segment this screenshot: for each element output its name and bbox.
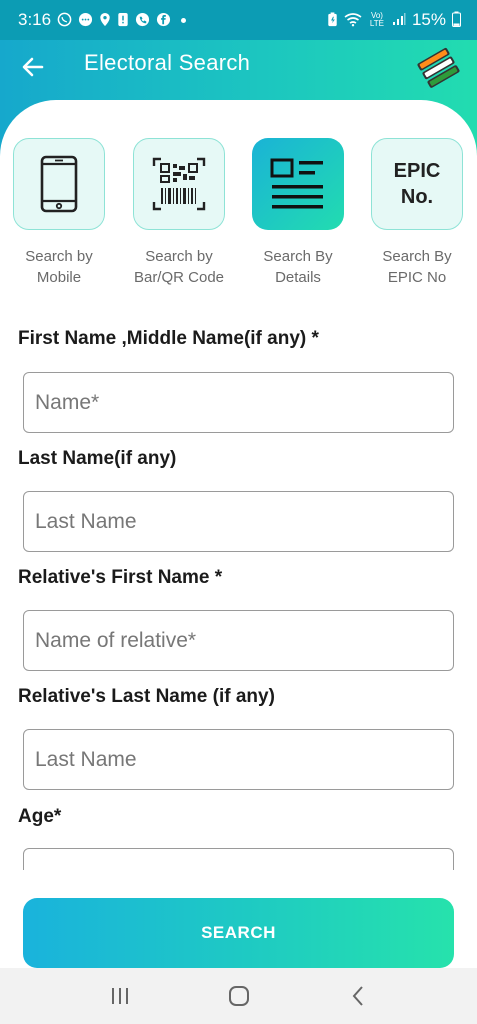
search-button[interactable]: SEARCH — [23, 898, 454, 968]
battery-saver-icon — [327, 11, 338, 29]
arrow-left-icon — [22, 57, 44, 77]
location-icon — [99, 12, 111, 29]
last-name-input[interactable] — [23, 491, 454, 552]
home-button[interactable] — [219, 976, 259, 1016]
signal-icon — [392, 12, 406, 28]
relative-first-name-label: Relative's First Name * — [18, 567, 223, 588]
status-left: 3:16 — [18, 10, 187, 30]
relative-last-name-input[interactable] — [23, 729, 454, 790]
system-nav-bar — [0, 968, 477, 1024]
last-name-label: Last Name(if any) — [18, 448, 177, 469]
call-app-icon — [135, 12, 150, 29]
age-label: Age* — [18, 806, 62, 827]
first-name-label: First Name ,Middle Name(if any) * — [18, 328, 319, 349]
first-name-input[interactable] — [23, 372, 454, 433]
facebook-icon — [156, 12, 171, 29]
page-title: Electoral Search — [84, 50, 251, 75]
home-icon — [228, 986, 249, 1006]
back-nav-button[interactable] — [338, 976, 378, 1016]
message-icon — [78, 12, 93, 29]
eci-logo-icon — [413, 46, 463, 88]
relative-last-name-label: Relative's Last Name (if any) — [18, 686, 275, 707]
back-button[interactable] — [18, 52, 48, 82]
search-form: First Name ,Middle Name(if any) * Last N… — [0, 100, 477, 870]
recent-apps-icon — [111, 988, 128, 1004]
status-right: Vo) LTE 15% — [327, 10, 461, 30]
status-time: 3:16 — [18, 10, 52, 29]
more-notifications-dot — [181, 17, 187, 23]
recent-apps-button[interactable] — [100, 976, 140, 1016]
status-bar: 3:16 Vo) LTE 15% — [0, 0, 477, 40]
alert-icon — [117, 12, 129, 29]
whatsapp-icon — [57, 12, 72, 29]
battery-percent: 15% — [411, 10, 446, 29]
relative-first-name-input[interactable] — [23, 610, 454, 671]
age-input[interactable] — [23, 848, 454, 870]
wifi-icon — [344, 12, 362, 29]
volte-label: Vo) LTE — [369, 11, 384, 28]
chevron-left-icon — [352, 986, 363, 1006]
battery-icon — [452, 11, 461, 29]
